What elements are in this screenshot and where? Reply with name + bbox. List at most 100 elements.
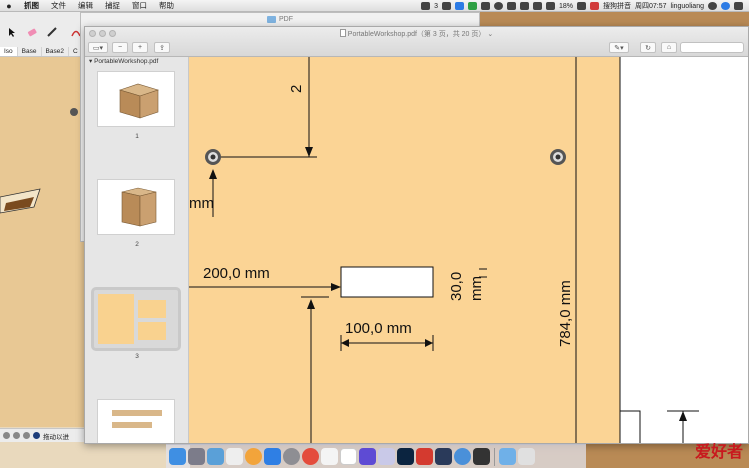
battery-percent: 18% [558, 2, 573, 10]
finder-title: PDF [279, 15, 293, 23]
hole-right [550, 149, 566, 165]
zoom-in-button[interactable]: + [132, 42, 148, 53]
tab-base[interactable]: Base [18, 47, 42, 56]
dim-100-label: 100,0 mm [345, 320, 412, 337]
technical-drawing: 2 mm 200,0 mm 30,0 mm 100,0 mm 784,0 mm [189, 57, 699, 443]
sidebar-file-header[interactable]: ▾ PortableWorkshop.pdf [85, 57, 188, 67]
pencil-icon[interactable] [46, 26, 58, 38]
dim-30-unit: mm [468, 276, 485, 301]
preferences-icon[interactable] [283, 448, 300, 465]
zoom-out-button[interactable]: − [112, 42, 128, 53]
spotlight-icon[interactable] [708, 2, 717, 10]
terminal-icon[interactable] [473, 448, 490, 465]
star-icon[interactable] [359, 448, 376, 465]
share-button[interactable]: ⇪ [154, 42, 170, 53]
dim-784-label: 784,0 mm [557, 280, 574, 347]
clock[interactable]: 周四07:57 [635, 1, 667, 11]
preview-window: PortableWorkshop.pdf（第 3 页，共 20 页） ⌄ ▭▾ … [84, 26, 749, 444]
chevron-down-icon[interactable]: ⌄ [485, 31, 493, 38]
rotate-button[interactable]: ↻ [640, 42, 656, 53]
badge-count: 3 [434, 2, 438, 10]
select-arrow-icon[interactable] [6, 26, 18, 38]
dim-mm-left: mm [189, 195, 214, 212]
time-machine-icon[interactable] [493, 2, 503, 10]
music-icon[interactable] [321, 448, 338, 465]
appstore-icon[interactable] [264, 448, 281, 465]
safari-icon[interactable] [245, 448, 262, 465]
sidebar-toggle-button[interactable]: ▭▾ [88, 42, 108, 53]
input-method-icon[interactable] [589, 2, 599, 10]
rocket-icon[interactable] [188, 448, 205, 465]
eraser-icon[interactable] [26, 26, 38, 38]
photoshop-icon[interactable] [397, 448, 414, 465]
pdf-page-view[interactable]: 2 mm 200,0 mm 30,0 mm 100,0 mm 784,0 mm [189, 57, 748, 443]
dim-200-label: 200,0 mm [203, 265, 270, 282]
thumbnail-label-2: 2 [135, 241, 139, 248]
bluetooth-icon[interactable] [506, 2, 516, 10]
folder-icon[interactable] [499, 448, 516, 465]
tab-iso[interactable]: Iso [0, 47, 18, 56]
siri-icon[interactable] [721, 2, 730, 10]
sidebar-file-name: PortableWorkshop.pdf [94, 58, 159, 65]
info-icon[interactable] [3, 432, 10, 439]
plywood-panel [189, 57, 620, 443]
adobe-icon[interactable] [421, 2, 431, 10]
background-tabs: Iso Base Base2 C [0, 47, 90, 57]
thumbnail-page-3-selected[interactable] [91, 287, 181, 351]
thumbnail-page-4[interactable] [97, 399, 175, 443]
dock [166, 444, 586, 468]
background-statusbar: 拖动以进 [0, 428, 90, 442]
apple-logo-icon[interactable]: ● [0, 1, 18, 11]
thumbnail-page-2[interactable] [97, 179, 175, 235]
dim-30-label: 30,0 [448, 272, 465, 301]
finder-icon[interactable] [169, 448, 186, 465]
status-text: 拖动以进 [43, 433, 69, 441]
markup-pen-button[interactable]: ✎▾ [609, 42, 629, 53]
airplay-icon[interactable] [532, 2, 542, 10]
photos-icon[interactable] [207, 448, 224, 465]
menu-app[interactable]: 抓图 [18, 0, 45, 12]
chrome-icon[interactable] [302, 448, 319, 465]
help-icon[interactable] [13, 432, 20, 439]
thumbnail-label-1: 1 [135, 133, 139, 140]
wifi-icon[interactable] [519, 2, 529, 10]
wechat-icon[interactable] [467, 2, 477, 10]
watermark-logo: 爱好者 [694, 442, 743, 461]
dock-separator [494, 447, 495, 466]
mail-icon[interactable] [435, 448, 452, 465]
user-name[interactable]: linguoliang [671, 3, 704, 10]
search-field[interactable] [680, 42, 744, 53]
launchpad-icon[interactable] [226, 448, 243, 465]
calendar-icon[interactable] [340, 448, 357, 465]
thumbnail-page-1[interactable] [97, 71, 175, 127]
hole-left [205, 149, 221, 165]
notification-center-icon[interactable] [734, 2, 743, 10]
window-title: PortableWorkshop.pdf（第 3 页，共 20 页） ⌄ [85, 29, 748, 39]
feather-icon[interactable] [378, 448, 395, 465]
input-method-label[interactable]: 搜狗拼音 [603, 1, 631, 11]
background-canvas[interactable] [0, 57, 90, 427]
evernote-icon[interactable] [441, 2, 451, 10]
sync-icon[interactable] [454, 2, 464, 10]
folder-icon [267, 15, 276, 23]
preview-icon[interactable] [454, 448, 471, 465]
menu-window[interactable]: 窗口 [126, 0, 153, 12]
stack-icon[interactable] [416, 448, 433, 465]
geo-icon[interactable] [33, 432, 40, 439]
window-title-text: PortableWorkshop.pdf（第 3 页，共 20 页） [347, 31, 486, 38]
tab-base2[interactable]: Base2 [42, 47, 69, 56]
battery-icon[interactable] [576, 2, 586, 10]
background-toolbar [0, 12, 90, 48]
menu-file[interactable]: 文件 [45, 0, 72, 12]
trash-icon[interactable] [518, 448, 535, 465]
markup-toolbox-button[interactable]: ⌂ [661, 42, 677, 53]
vpn-icon[interactable] [480, 2, 490, 10]
menu-edit[interactable]: 编辑 [72, 0, 99, 12]
volume-icon[interactable] [545, 2, 555, 10]
dim-fragment-top: 2 [288, 85, 305, 93]
menu-capture[interactable]: 捕捉 [99, 0, 126, 12]
thumbnail-sidebar: ▾ PortableWorkshop.pdf 1 2 3 [85, 57, 189, 443]
user-icon[interactable] [23, 432, 30, 439]
menu-help[interactable]: 帮助 [153, 0, 180, 12]
slot-cutout [340, 266, 434, 298]
